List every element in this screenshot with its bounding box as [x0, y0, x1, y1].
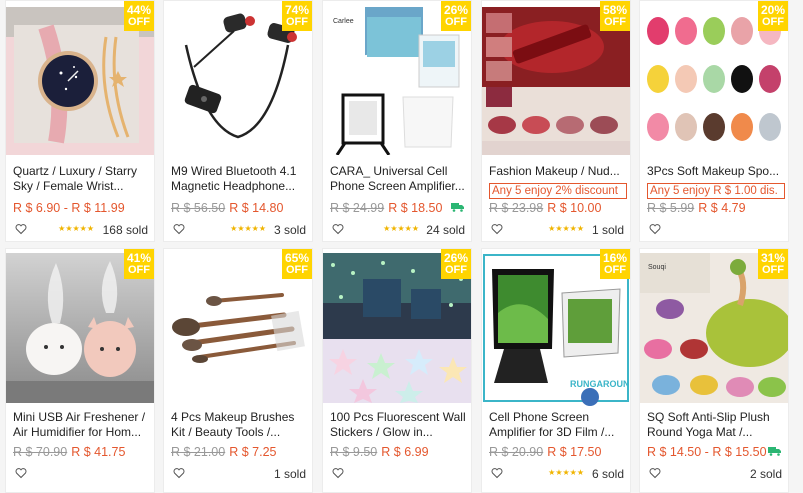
card-footer: ★★★★★ 168 sold: [13, 223, 148, 237]
heart-icon[interactable]: [173, 467, 185, 479]
sold-count: 3 sold: [273, 223, 306, 237]
price: R $ 9.50 R $ 6.99: [330, 445, 429, 459]
product-title[interactable]: Cell Phone Screen Amplifier for 3D Film …: [489, 410, 627, 440]
product-card[interactable]: 20% OFF 3Pcs Soft Makeup Spo... Any 5 enj…: [639, 0, 789, 242]
product-title[interactable]: 100 Pcs Fluorescent Wall Stickers / Glow…: [330, 410, 468, 440]
sold-count: 2 sold: [749, 467, 782, 481]
price: R $ 21.00 R $ 7.25: [171, 445, 277, 459]
product-card[interactable]: 74% OFF M9 Wired Bluetooth 4.1 Magnetic H…: [163, 0, 313, 242]
product-title[interactable]: Quartz / Luxury / Starry Sky / Female Wr…: [13, 164, 151, 194]
heart-icon[interactable]: [173, 223, 185, 235]
discount-badge: 31% OFF: [758, 249, 788, 279]
free-shipping-truck-icon: [768, 447, 781, 456]
card-footer: [13, 467, 148, 481]
card-footer: ★★★★★ 3 sold: [171, 223, 306, 237]
sold-count: 24 sold: [426, 223, 465, 237]
card-footer: [647, 223, 782, 237]
product-title[interactable]: Mini USB Air Freshener / Air Humidifier …: [13, 410, 151, 440]
heart-icon[interactable]: [332, 467, 344, 479]
sold-count: 1 sold: [273, 467, 306, 481]
product-card[interactable]: Souqi 31% OFF SQ Soft Anti-Slip Plush Rou…: [639, 248, 789, 493]
discount-badge: 20% OFF: [758, 1, 788, 31]
discount-badge: 58% OFF: [600, 1, 630, 31]
promo-tag[interactable]: Any 5 enjoy R $ 1.00 dis.: [647, 183, 785, 199]
free-shipping-truck-icon: [451, 203, 464, 212]
discount-badge: 74% OFF: [282, 1, 312, 31]
rating-stars: ★★★★★: [58, 224, 94, 233]
heart-icon[interactable]: [491, 223, 503, 235]
discount-badge: 41% OFF: [124, 249, 154, 279]
rating-stars: ★★★★★: [383, 224, 419, 233]
brand-caption: Carlee: [333, 18, 354, 25]
sold-count: 6 sold: [591, 467, 624, 481]
price: R $ 24.99 R $ 18.50: [330, 201, 443, 215]
discount-badge: 26% OFF: [441, 249, 471, 279]
product-grid: 44% OFF Quartz / Luxury / Starry Sky / Fe…: [0, 0, 803, 493]
discount-badge: 65% OFF: [282, 249, 312, 279]
product-card[interactable]: RUNGAROUN 16% OFF Cell Phone Screen Ampli…: [481, 248, 631, 493]
discount-badge: 26% OFF: [441, 1, 471, 31]
card-footer: 2 sold: [647, 467, 782, 481]
discount-badge: 44% OFF: [124, 1, 154, 31]
price: R $ 20.90 R $ 17.50: [489, 445, 602, 459]
product-card[interactable]: 58% OFF Fashion Makeup / Nud... Any 5 enj…: [481, 0, 631, 242]
watermark-text: RUNGAROUN: [570, 379, 630, 389]
watermark-logo: RUNGAROUN: [570, 379, 630, 406]
product-card[interactable]: 26% OFF 100 Pcs Fluorescent Wall Stickers…: [322, 248, 472, 493]
heart-icon[interactable]: [649, 223, 661, 235]
product-card[interactable]: Carlee 26% OFF CARA_ Universal Cell Phone…: [322, 0, 472, 242]
rating-stars: ★★★★★: [548, 468, 584, 477]
card-footer: ★★★★★ 6 sold: [489, 467, 624, 481]
rating-stars: ★★★★★: [230, 224, 266, 233]
promo-tag[interactable]: Any 5 enjoy 2% discount: [489, 183, 627, 199]
card-footer: 1 sold: [171, 467, 306, 481]
sold-count: 1 sold: [591, 223, 624, 237]
product-title[interactable]: M9 Wired Bluetooth 4.1 Magnetic Headphon…: [171, 164, 309, 194]
price: R $ 6.90 - R $ 11.99: [13, 201, 125, 215]
product-title[interactable]: 4 Pcs Makeup Brushes Kit / Beauty Tools …: [171, 410, 309, 440]
product-card[interactable]: 41% OFF Mini USB Air Freshener / Air Humi…: [5, 248, 155, 493]
card-footer: ★★★★★ 24 sold: [330, 223, 465, 237]
price: R $ 23.98 R $ 10.00: [489, 201, 602, 215]
price: R $ 5.99 R $ 4.79: [647, 201, 746, 215]
price: R $ 56.50 R $ 14.80: [171, 201, 284, 215]
heart-icon[interactable]: [491, 467, 503, 479]
product-card[interactable]: 44% OFF Quartz / Luxury / Starry Sky / Fe…: [5, 0, 155, 242]
sold-count: 168 sold: [102, 223, 148, 237]
heart-icon[interactable]: [15, 223, 27, 235]
price: R $ 70.90 R $ 41.75: [13, 445, 126, 459]
heart-icon[interactable]: [15, 467, 27, 479]
card-footer: ★★★★★ 1 sold: [489, 223, 624, 237]
product-title[interactable]: 3Pcs Soft Makeup Spo...: [647, 164, 785, 179]
heart-icon[interactable]: [649, 467, 661, 479]
card-footer: [330, 467, 465, 481]
product-title[interactable]: CARA_ Universal Cell Phone Screen Amplif…: [330, 164, 468, 194]
discount-badge: 16% OFF: [600, 249, 630, 279]
product-title[interactable]: Fashion Makeup / Nud...: [489, 164, 627, 179]
product-card[interactable]: 65% OFF 4 Pcs Makeup Brushes Kit / Beauty…: [163, 248, 313, 493]
price: R $ 14.50 - R $ 15.50: [647, 445, 767, 459]
box-label: Souqi: [648, 264, 666, 271]
product-title[interactable]: SQ Soft Anti-Slip Plush Round Yoga Mat /…: [647, 410, 785, 440]
rating-stars: ★★★★★: [548, 224, 584, 233]
heart-icon[interactable]: [332, 223, 344, 235]
